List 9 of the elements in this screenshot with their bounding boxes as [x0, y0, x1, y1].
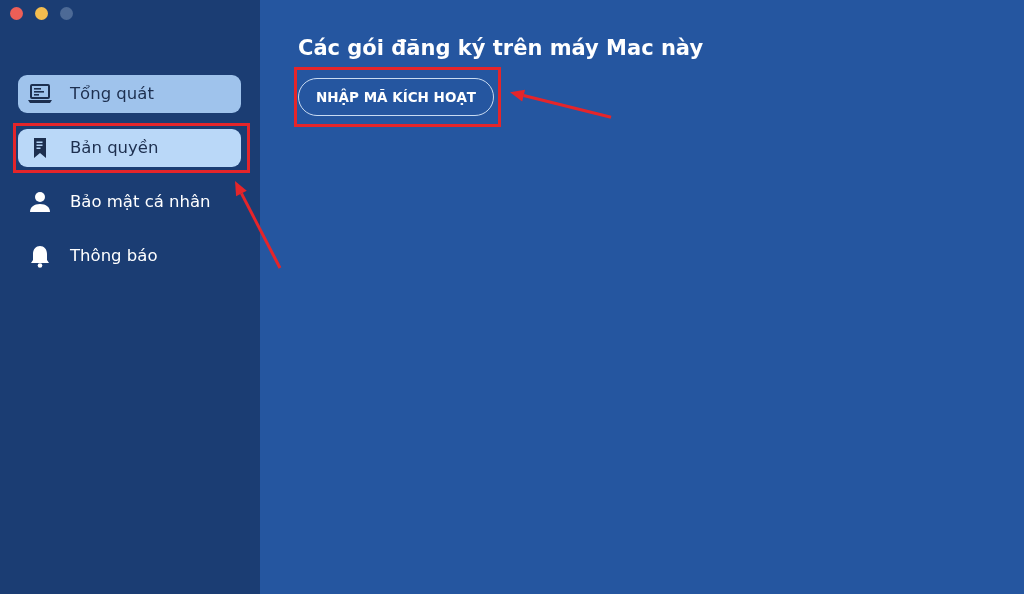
- page-title: Các gói đăng ký trên máy Mac này: [298, 36, 705, 62]
- sidebar-item[interactable]: Bản quyền: [18, 129, 241, 167]
- close-window-button[interactable]: [10, 7, 23, 20]
- sidebar-item[interactable]: Thông báo: [18, 237, 241, 275]
- sidebar-item[interactable]: Tổng quát: [18, 75, 241, 113]
- laptop-icon: [26, 82, 54, 106]
- minimize-window-button[interactable]: [35, 7, 48, 20]
- sidebar-item[interactable]: Bảo mật cá nhân: [18, 183, 241, 221]
- zoom-window-button[interactable]: [60, 7, 73, 20]
